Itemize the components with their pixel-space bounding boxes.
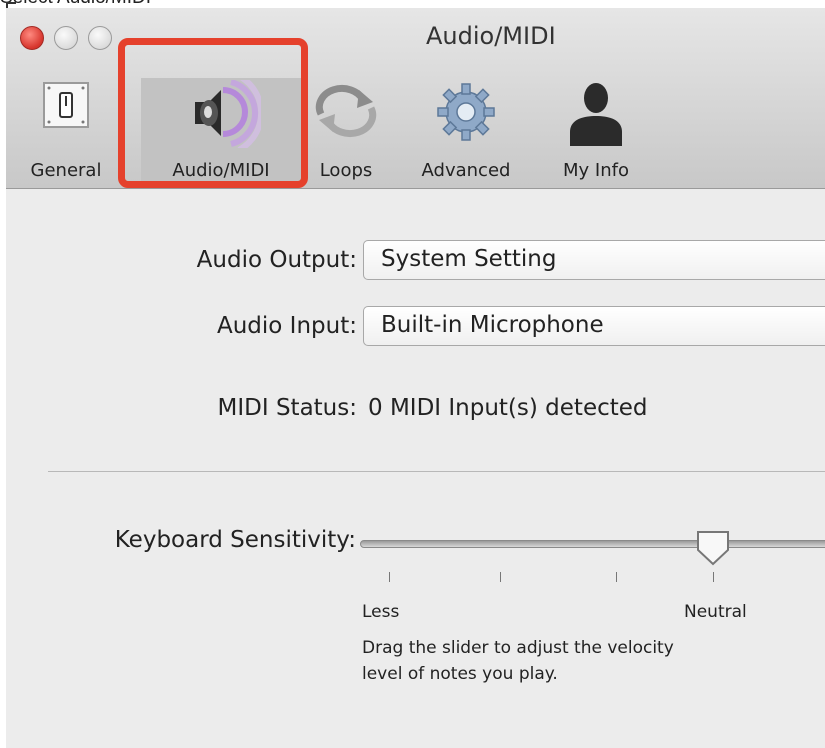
keyboard-sensitivity-slider[interactable]	[360, 540, 825, 548]
section-divider	[48, 471, 825, 472]
preferences-window: Audio/MIDI General Audio/MIDI Loops Adva…	[6, 8, 825, 748]
slider-tick	[500, 572, 501, 582]
audio-input-value: Built-in Microphone	[381, 312, 604, 338]
gear-icon	[434, 80, 498, 148]
loop-arrows-icon	[311, 80, 381, 144]
audio-output-popup[interactable]: System Setting	[363, 240, 825, 280]
tab-loops-label: Loops	[319, 160, 373, 181]
tab-my-info-label: My Info	[563, 160, 629, 181]
close-button[interactable]	[20, 26, 44, 50]
tab-advanced-label: Advanced	[421, 160, 511, 181]
help-text-line-1: Drag the slider to adjust the velocity	[362, 638, 674, 658]
toggle-switch-icon	[41, 80, 91, 136]
tab-audio-midi[interactable]: Audio/MIDI	[141, 73, 301, 183]
tab-advanced[interactable]: Advanced	[406, 78, 526, 183]
midi-status-value: 0 MIDI Input(s) detected	[368, 395, 648, 421]
title-bar: Audio/MIDI General Audio/MIDI Loops Adva…	[6, 8, 825, 189]
slider-min-label: Less	[362, 602, 400, 622]
midi-status-label: MIDI Status:	[217, 395, 357, 421]
slider-tick	[713, 572, 714, 582]
audio-output-value: System Setting	[381, 246, 557, 272]
slider-tick	[616, 572, 617, 582]
tab-audio-midi-label: Audio/MIDI	[172, 160, 270, 181]
audio-input-popup[interactable]: Built-in Microphone	[363, 306, 825, 346]
window-title: Audio/MIDI	[426, 22, 556, 50]
keyboard-sensitivity-label: Keyboard Sensitivity:	[114, 527, 356, 553]
tab-my-info[interactable]: My Info	[546, 78, 646, 183]
slider-tick	[389, 572, 390, 582]
audio-input-label: Audio Input:	[217, 313, 357, 339]
slider-mid-label: Neutral	[684, 602, 747, 622]
tab-general-label: General	[30, 160, 102, 181]
minimize-button[interactable]	[54, 26, 78, 50]
speaker-icon	[181, 73, 265, 153]
tab-general[interactable]: General	[6, 78, 126, 183]
audio-output-label: Audio Output:	[196, 247, 357, 273]
tab-loops[interactable]: Loops	[306, 78, 386, 183]
zoom-button[interactable]	[88, 26, 112, 50]
help-text-line-2: level of notes you play.	[362, 664, 558, 684]
slider-thumb[interactable]	[694, 528, 732, 572]
user-silhouette-icon	[568, 80, 624, 150]
